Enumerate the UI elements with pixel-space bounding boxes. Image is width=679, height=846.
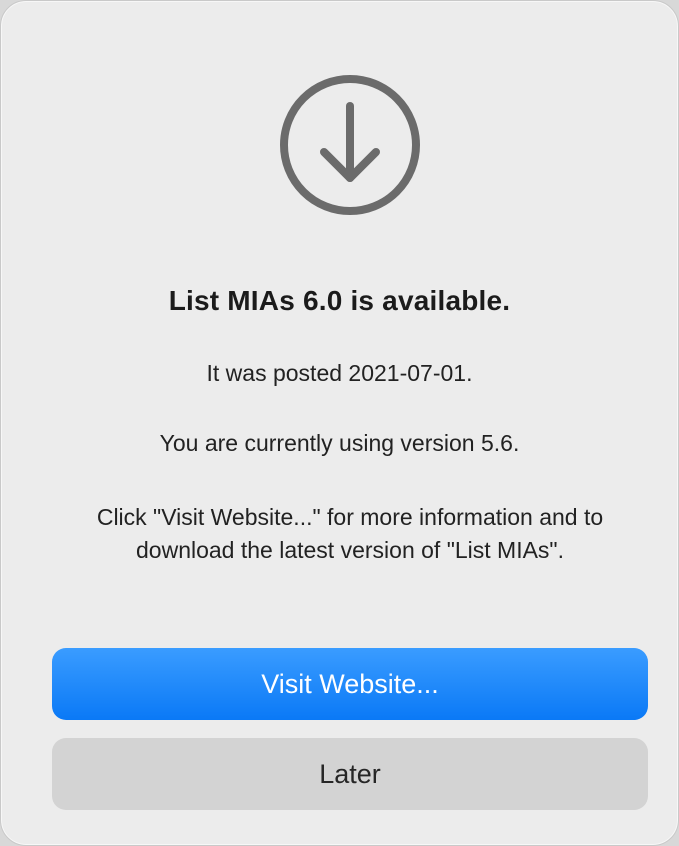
update-dialog: List MIAs 6.0 is available. It was poste… xyxy=(0,0,679,846)
download-arrow-circle-icon xyxy=(277,72,423,218)
info-text: Click "Visit Website..." for more inform… xyxy=(96,504,604,563)
current-version-text: You are currently using version 5.6. xyxy=(159,430,520,456)
visit-website-button[interactable]: Visit Website... xyxy=(52,648,648,720)
later-button[interactable]: Later xyxy=(52,738,648,810)
dialog-title: List MIAs 6.0 is available. xyxy=(168,285,511,316)
posted-date-text: It was posted 2021-07-01. xyxy=(206,360,473,386)
